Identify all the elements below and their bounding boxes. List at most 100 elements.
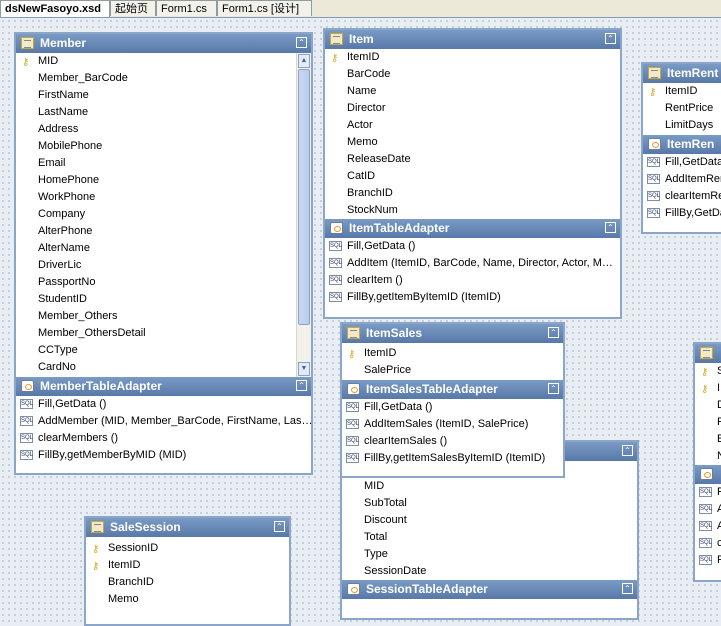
query-row[interactable]: SQL AddItemRen: [643, 171, 721, 188]
field-row[interactable]: FirstName: [16, 87, 311, 104]
collapse-icon[interactable]: ⌃: [548, 327, 559, 338]
query-row[interactable]: SQL AddItem (ItemID, BarCode, Name, Direc…: [325, 255, 620, 272]
field-row[interactable]: F: [695, 414, 721, 431]
tab-form1-cs[interactable]: Form1.cs: [156, 0, 217, 16]
field-row[interactable]: SubTotal: [342, 495, 637, 512]
scroll-up-arrow-icon[interactable]: ▲: [298, 54, 310, 68]
field-row[interactable]: StudentID: [16, 291, 311, 308]
field-row[interactable]: MobilePhone: [16, 138, 311, 155]
member-table-header[interactable]: Member ⌃: [16, 34, 311, 53]
member-adapter-header[interactable]: MemberTableAdapter ⌃: [16, 377, 311, 396]
field-row[interactable]: WorkPhone: [16, 189, 311, 206]
item-table-header[interactable]: Item ⌃: [325, 30, 620, 49]
query-row[interactable]: SQL Fill,GetData (): [342, 399, 563, 416]
field-row[interactable]: AlterName: [16, 240, 311, 257]
field-row[interactable]: ⚷ SessionID: [86, 540, 289, 557]
field-row[interactable]: Member_Others: [16, 308, 311, 325]
query-row[interactable]: SQL Fill,GetData (): [16, 396, 311, 413]
field-row[interactable]: Discount: [342, 512, 637, 529]
scrollbar-thumb[interactable]: [298, 69, 310, 325]
item-table[interactable]: Item ⌃ ⚷ ItemID BarCode Name Director Act…: [323, 28, 622, 319]
collapse-icon[interactable]: ⌃: [605, 222, 616, 233]
query-row[interactable]: SQL Fill,GetData (): [325, 238, 620, 255]
collapse-icon[interactable]: ⌃: [605, 33, 616, 44]
field-row[interactable]: StockNum: [325, 202, 620, 219]
salesession-table[interactable]: SaleSession ⌃ ⚷ SessionID ⚷ ItemID BranchI…: [84, 516, 291, 626]
query-row[interactable]: SQL clearItemRe: [643, 188, 721, 205]
query-row[interactable]: SQLA: [695, 501, 721, 518]
field-row[interactable]: MID: [342, 478, 637, 495]
field-row[interactable]: BranchID: [325, 185, 620, 202]
field-row[interactable]: DriverLic: [16, 257, 311, 274]
field-row[interactable]: LimitDays: [643, 117, 721, 134]
collapse-icon[interactable]: ⌃: [622, 583, 633, 594]
field-row[interactable]: Director: [325, 100, 620, 117]
collapse-icon[interactable]: ⌃: [296, 380, 307, 391]
field-row[interactable]: ⚷ ItemID: [325, 49, 620, 66]
session-adapter-header[interactable]: SessionTableAdapter ⌃: [342, 580, 637, 599]
right-partial-adapter-header[interactable]: [695, 465, 721, 484]
field-row[interactable]: Total: [342, 529, 637, 546]
query-row[interactable]: SQLc: [695, 535, 721, 552]
field-row[interactable]: ⚷ ItemID: [643, 83, 721, 100]
itemrent-adapter-header[interactable]: ItemRen: [643, 135, 721, 154]
field-row[interactable]: BarCode: [325, 66, 620, 83]
field-row[interactable]: D: [695, 397, 721, 414]
query-row[interactable]: SQL AddItemSales (ItemID, SalePrice): [342, 416, 563, 433]
item-adapter-header[interactable]: ItemTableAdapter ⌃: [325, 219, 620, 238]
field-row[interactable]: Actor: [325, 117, 620, 134]
field-row[interactable]: BranchID: [86, 574, 289, 591]
field-row[interactable]: ⚷ MID: [16, 53, 311, 70]
field-row[interactable]: ReleaseDate: [325, 151, 620, 168]
field-row[interactable]: ⚷S: [695, 363, 721, 380]
query-row[interactable]: SQL Fill,GetData: [643, 154, 721, 171]
itemsales-table-header[interactable]: ItemSales ⌃: [342, 324, 563, 343]
query-row[interactable]: SQL clearItemSales (): [342, 433, 563, 450]
query-row[interactable]: SQL FillBy,getMemberByMID (MID): [16, 447, 311, 464]
field-row[interactable]: Type: [342, 546, 637, 563]
query-row[interactable]: SQL FillBy,GetDa: [643, 205, 721, 222]
field-row[interactable]: Address: [16, 121, 311, 138]
itemsales-table[interactable]: ItemSales ⌃ ⚷ ItemID SalePrice ItemSalesT…: [340, 322, 565, 478]
field-row[interactable]: RentPrice: [643, 100, 721, 117]
field-row[interactable]: Memo: [86, 591, 289, 608]
field-row[interactable]: SessionDate: [342, 563, 637, 580]
field-row[interactable]: SalePrice: [342, 362, 563, 379]
collapse-icon[interactable]: ⌃: [622, 445, 633, 456]
member-table[interactable]: Member ⌃ ⚷ MID Member_BarCode FirstName L…: [14, 32, 313, 475]
field-row[interactable]: ⚷ ItemID: [342, 345, 563, 362]
query-row[interactable]: SQLA: [695, 518, 721, 535]
query-row[interactable]: SQLF: [695, 484, 721, 501]
field-row[interactable]: AlterPhone: [16, 223, 311, 240]
itemrent-table-header[interactable]: ItemRent: [643, 64, 721, 83]
field-row[interactable]: Member_BarCode: [16, 70, 311, 87]
itemsales-adapter-header[interactable]: ItemSalesTableAdapter ⌃: [342, 380, 563, 399]
field-row[interactable]: Memo: [325, 134, 620, 151]
tab-start-page[interactable]: 起始页: [110, 0, 156, 16]
field-row[interactable]: PassportNo: [16, 274, 311, 291]
field-row[interactable]: HomePhone: [16, 172, 311, 189]
itemrent-table[interactable]: ItemRent ⚷ ItemID RentPrice LimitDays Ite…: [641, 62, 721, 234]
field-row[interactable]: Member_OthersDetail: [16, 325, 311, 342]
field-row[interactable]: Email: [16, 155, 311, 172]
member-field-scrollbar[interactable]: ▲ ▼: [296, 53, 311, 377]
query-row[interactable]: SQLF: [695, 552, 721, 569]
collapse-icon[interactable]: ⌃: [548, 383, 559, 394]
field-row[interactable]: Name: [325, 83, 620, 100]
query-row[interactable]: SQL FillBy,getItemByItemID (ItemID): [325, 289, 620, 306]
field-row[interactable]: LastName: [16, 104, 311, 121]
query-row[interactable]: SQL clearItem (): [325, 272, 620, 289]
field-row[interactable]: CatID: [325, 168, 620, 185]
salesession-table-header[interactable]: SaleSession ⌃: [86, 518, 289, 537]
tab-form1-designer[interactable]: Form1.cs [设计]: [217, 0, 312, 16]
collapse-icon[interactable]: ⌃: [274, 521, 285, 532]
field-row[interactable]: CCType: [16, 342, 311, 359]
field-row[interactable]: ⚷ ItemID: [86, 557, 289, 574]
scroll-down-arrow-icon[interactable]: ▼: [298, 362, 310, 376]
query-row[interactable]: SQL FillBy,getItemSalesByItemID (ItemID): [342, 450, 563, 467]
field-row[interactable]: Company: [16, 206, 311, 223]
right-partial-table-header[interactable]: [695, 344, 721, 363]
collapse-icon[interactable]: ⌃: [296, 37, 307, 48]
field-row[interactable]: CardNo: [16, 359, 311, 376]
tab-dataset-xsd[interactable]: dsNewFasoyo.xsd: [0, 0, 110, 17]
